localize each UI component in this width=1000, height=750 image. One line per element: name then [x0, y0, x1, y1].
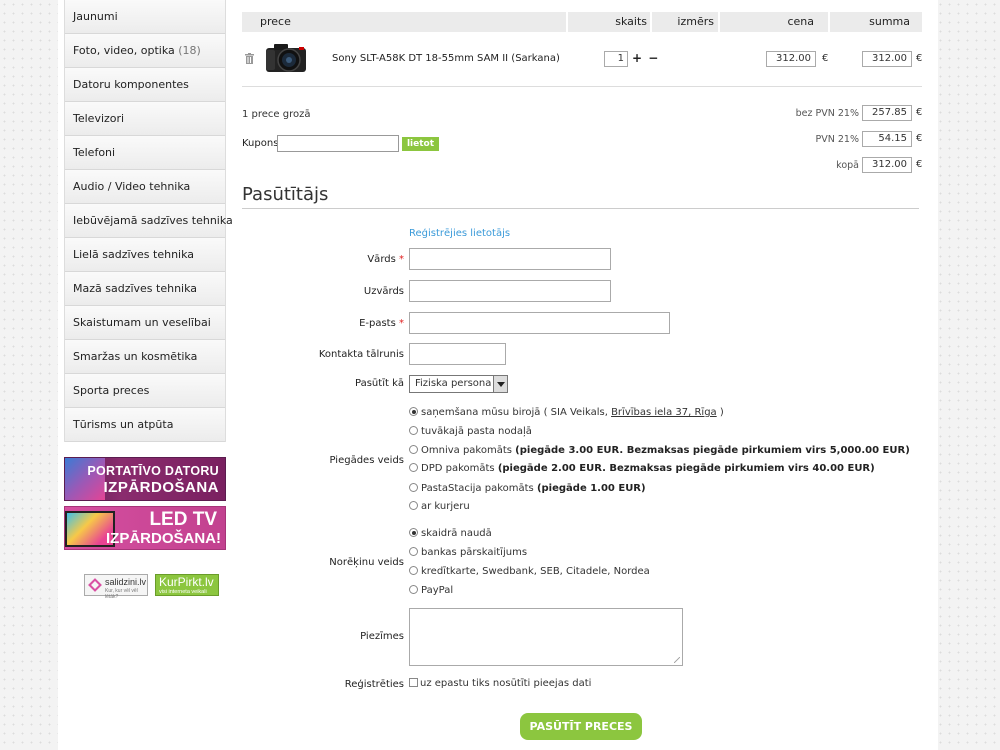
cart-count: 1 prece grozā [242, 109, 311, 120]
header-price: cena [720, 12, 828, 32]
banner-line1: PORTATĪVO DATORU [87, 464, 219, 478]
customer-type-select[interactable]: Fiziska persona [409, 375, 508, 393]
sidebar-item-iebuvejama[interactable]: Iebūvējamā sadzīves tehnika [65, 204, 233, 238]
vat-label: PVN 21% [815, 134, 859, 145]
sidebar-item-maza-sadzives[interactable]: Mazā sadzīves tehnika [65, 272, 225, 306]
sidebar-item-telefoni[interactable]: Telefoni [65, 136, 225, 170]
phone-field[interactable] [409, 343, 506, 365]
quantity-stepper[interactable]: + − [632, 51, 659, 65]
total-label: kopā [836, 160, 859, 171]
payment-option-bank[interactable]: bankas pārskaitījums [409, 547, 527, 558]
sidebar-item-sporta[interactable]: Sporta preces [65, 374, 225, 408]
sidebar-item-datoru-komponentes[interactable]: Datoru komponentes [65, 68, 225, 102]
header-product: prece [242, 12, 566, 32]
sidebar-item-jaunumi[interactable]: Jaunumi [65, 0, 225, 34]
delivery-option-pastastacija[interactable]: PastaStacija pakomāts (piegāde 1.00 EUR) [409, 483, 646, 494]
resize-handle-icon[interactable] [674, 657, 680, 663]
category-list: Jaunumi Foto, video, optika (18) Datoru … [64, 0, 233, 442]
item-price: 312.00 [766, 51, 816, 67]
banner-line2: IZPĀRDOŠANA! [106, 530, 221, 547]
header-size: izmērs [652, 12, 718, 32]
banner-line1: LED TV [149, 509, 217, 530]
currency: € [916, 53, 923, 64]
currency: € [916, 133, 923, 144]
payment-option-cash[interactable]: skaidrā naudā [409, 528, 492, 539]
cart-item-row: Sony SLT-A58K DT 18-55mm SAM II (Sarkana… [242, 32, 922, 87]
payment-label: Norēķinu veids [329, 557, 404, 568]
currency: € [822, 53, 829, 64]
register-checkbox[interactable] [409, 678, 418, 687]
product-name[interactable]: Sony SLT-A58K DT 18-55mm SAM II (Sarkana… [332, 53, 560, 64]
net-value: 257.85 [862, 105, 912, 121]
coupon-input[interactable] [277, 135, 399, 152]
header-qty: skaits [568, 12, 650, 32]
email-field[interactable] [409, 312, 670, 334]
sidebar-item-audio-video[interactable]: Audio / Video tehnika [65, 170, 225, 204]
delivery-label: Piegādes veids [329, 455, 404, 466]
sidebar: Jaunumi Foto, video, optika (18) Datoru … [64, 0, 233, 600]
register-checkbox-row[interactable]: uz epastu tiks nosūtīti pieejas dati [409, 678, 591, 689]
vat-value: 54.15 [862, 131, 912, 147]
currency: € [916, 159, 923, 170]
surname-field[interactable] [409, 280, 611, 302]
submit-order-button[interactable]: PASŪTĪT PRECES [520, 713, 642, 740]
item-total: 312.00 [862, 51, 912, 67]
name-field[interactable] [409, 248, 611, 270]
cart-table-header: prece skaits izmērs cena summa [242, 12, 922, 32]
name-label: Vārds * [367, 254, 404, 265]
sidebar-item-liela-sadzives[interactable]: Lielā sadzīves tehnika [65, 238, 225, 272]
coupon-label: Kupons [242, 138, 279, 149]
order-as-label: Pasūtīt kā [355, 378, 404, 389]
salidzini-logo[interactable]: salidzini.lv Kur, kur vēl vēl lētāk? [84, 574, 148, 600]
sidebar-item-skaistumam[interactable]: Skaistumam un veselībai [65, 306, 225, 340]
notes-textarea[interactable] [409, 608, 683, 666]
led-tv-sale-banner[interactable]: LED TV IZPĀRDOŠANA! [64, 506, 226, 550]
salidzini-mark-icon [88, 578, 102, 592]
delivery-option-post[interactable]: tuvākajā pasta nodaļā [409, 426, 532, 437]
register-label: Reģistrēties [344, 679, 404, 690]
page-container: Jaunumi Foto, video, optika (18) Datoru … [58, 0, 938, 750]
section-divider [242, 208, 919, 209]
quantity-input[interactable]: 1 [604, 51, 628, 67]
kurpirkt-logo[interactable]: KurPirkt.lv visi interneta veikali [155, 574, 219, 596]
total-value: 312.00 [862, 157, 912, 173]
sidebar-item-televizori[interactable]: Televizori [65, 102, 225, 136]
payment-option-paypal[interactable]: PayPal [409, 585, 453, 596]
phone-label: Kontakta tālrunis [318, 349, 404, 360]
header-total: summa [830, 12, 922, 32]
delivery-option-courier[interactable]: ar kurjeru [409, 501, 470, 512]
radio-selected[interactable] [409, 407, 418, 416]
category-count: (18) [178, 44, 201, 57]
net-label: bez PVN 21% [795, 108, 859, 119]
apply-coupon-button[interactable]: lietot [402, 137, 439, 151]
email-label: E-pasts * [359, 318, 404, 329]
product-image[interactable] [264, 40, 308, 74]
trash-icon[interactable] [245, 53, 254, 64]
laptop-sale-banner[interactable]: PORTATĪVO DATORU IZPĀRDOŠANA [64, 457, 226, 501]
sidebar-item-foto-video-optika[interactable]: Foto, video, optika (18) [65, 34, 225, 68]
sidebar-item-turisms[interactable]: Tūrisms un atpūta [65, 408, 225, 442]
delivery-option-office[interactable]: saņemšana mūsu birojā ( SIA Veikals, Brī… [409, 407, 724, 418]
registered-user-link[interactable]: Reģistrējies lietotājs [409, 228, 510, 239]
delivery-option-omniva[interactable]: Omniva pakomāts (piegāde 3.00 EUR. Bezma… [409, 445, 910, 456]
delivery-option-dpd[interactable]: DPD pakomāts (piegāde 2.00 EUR. Bezmaksa… [409, 463, 875, 474]
chevron-down-icon [493, 376, 507, 392]
banner-line2: IZPĀRDOŠANA [103, 479, 219, 496]
section-title: Pasūtītājs [242, 184, 329, 205]
notes-label: Piezīmes [360, 631, 404, 642]
currency: € [916, 107, 923, 118]
sidebar-item-smarzas[interactable]: Smaržas un kosmētika [65, 340, 225, 374]
payment-option-card[interactable]: kredītkarte, Swedbank, SEB, Citadele, No… [409, 566, 650, 577]
office-address-link[interactable]: Brīvības iela 37, Rīga [611, 407, 717, 418]
surname-label: Uzvārds [363, 286, 404, 297]
